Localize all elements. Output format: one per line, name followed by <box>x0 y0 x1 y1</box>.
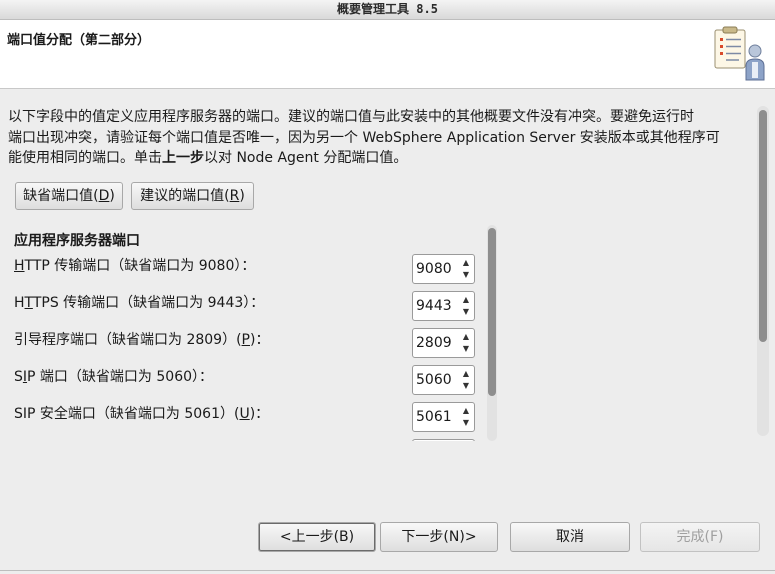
spin-down-icon[interactable]: ▼ <box>460 306 472 318</box>
finish-button: 完成(F) <box>640 522 760 552</box>
spin-down-icon[interactable]: ▼ <box>460 343 472 355</box>
spin-down-icon[interactable]: ▼ <box>460 380 472 392</box>
port-label-http: HTTP 传输端口（缺省端口为 9080）： <box>14 258 256 274</box>
port-value-sip[interactable]: 5060 <box>416 372 452 388</box>
section-title: 应用程序服务器端口 <box>14 233 140 249</box>
spin-up-icon[interactable]: ▲ <box>460 368 472 380</box>
ports-scroll-panel: 应用程序服务器端口 HTTP 传输端口（缺省端口为 9080）： 9080 ▲ ▼… <box>8 224 494 441</box>
default-ports-button[interactable]: 缺省端口值(D) <box>15 182 123 210</box>
spin-down-icon[interactable]: ▼ <box>460 417 472 429</box>
wizard-header: 端口值分配（第二部分） <box>0 20 775 89</box>
window-titlebar: 概要管理工具 8.5 <box>0 0 775 20</box>
window-title: 概要管理工具 8.5 <box>337 2 438 16</box>
spin-up-icon[interactable]: ▲ <box>460 331 472 343</box>
port-spinner-sip-secure[interactable]: 5061 ▲ ▼ <box>412 402 475 432</box>
suggested-ports-button[interactable]: 建议的端口值(R) <box>131 182 254 210</box>
description-text: 以下字段中的值定义应用程序服务器的端口。建议的端口值与此安装中的其他概要文件没有… <box>8 109 720 166</box>
wizard-clipboard-user-icon <box>711 24 769 84</box>
ports-panel-scrollbar-thumb[interactable] <box>488 228 496 396</box>
port-value-sip-secure[interactable]: 5061 <box>416 409 452 425</box>
page-scrollbar-thumb[interactable] <box>759 110 767 342</box>
port-label-sip: SIP 端口（缺省端口为 5060）： <box>14 369 214 385</box>
window-bottom-edge <box>0 570 775 571</box>
ports-panel-scrollbar[interactable] <box>487 225 497 441</box>
spin-up-icon[interactable]: ▲ <box>460 257 472 269</box>
port-label-https: HTTPS 传输端口（缺省端口为 9443）： <box>14 295 265 311</box>
port-value-https[interactable]: 9443 <box>416 298 452 314</box>
spin-down-icon[interactable]: ▼ <box>460 269 472 281</box>
page-title: 端口值分配（第二部分） <box>7 33 151 48</box>
page-scrollbar[interactable] <box>757 106 769 436</box>
port-spinner-http[interactable]: 9080 ▲ ▼ <box>412 254 475 284</box>
back-button[interactable]: <上一步(B) <box>258 522 376 552</box>
port-spinner-next[interactable] <box>412 439 475 441</box>
port-spinner-bootstrap[interactable]: 2809 ▲ ▼ <box>412 328 475 358</box>
port-spinner-sip[interactable]: 5060 ▲ ▼ <box>412 365 475 395</box>
next-button[interactable]: 下一步(N)> <box>380 522 498 552</box>
port-value-bootstrap[interactable]: 2809 <box>416 335 452 351</box>
port-label-bootstrap: 引导程序端口（缺省端口为 2809）(P)： <box>14 332 270 348</box>
port-spinner-https[interactable]: 9443 ▲ ▼ <box>412 291 475 321</box>
port-value-http[interactable]: 9080 <box>416 261 452 277</box>
spin-up-icon[interactable]: ▲ <box>460 405 472 417</box>
port-label-sip-secure: SIP 安全端口（缺省端口为 5061）(U)： <box>14 406 270 422</box>
cancel-button[interactable]: 取消 <box>510 522 630 552</box>
spin-up-icon[interactable]: ▲ <box>460 294 472 306</box>
